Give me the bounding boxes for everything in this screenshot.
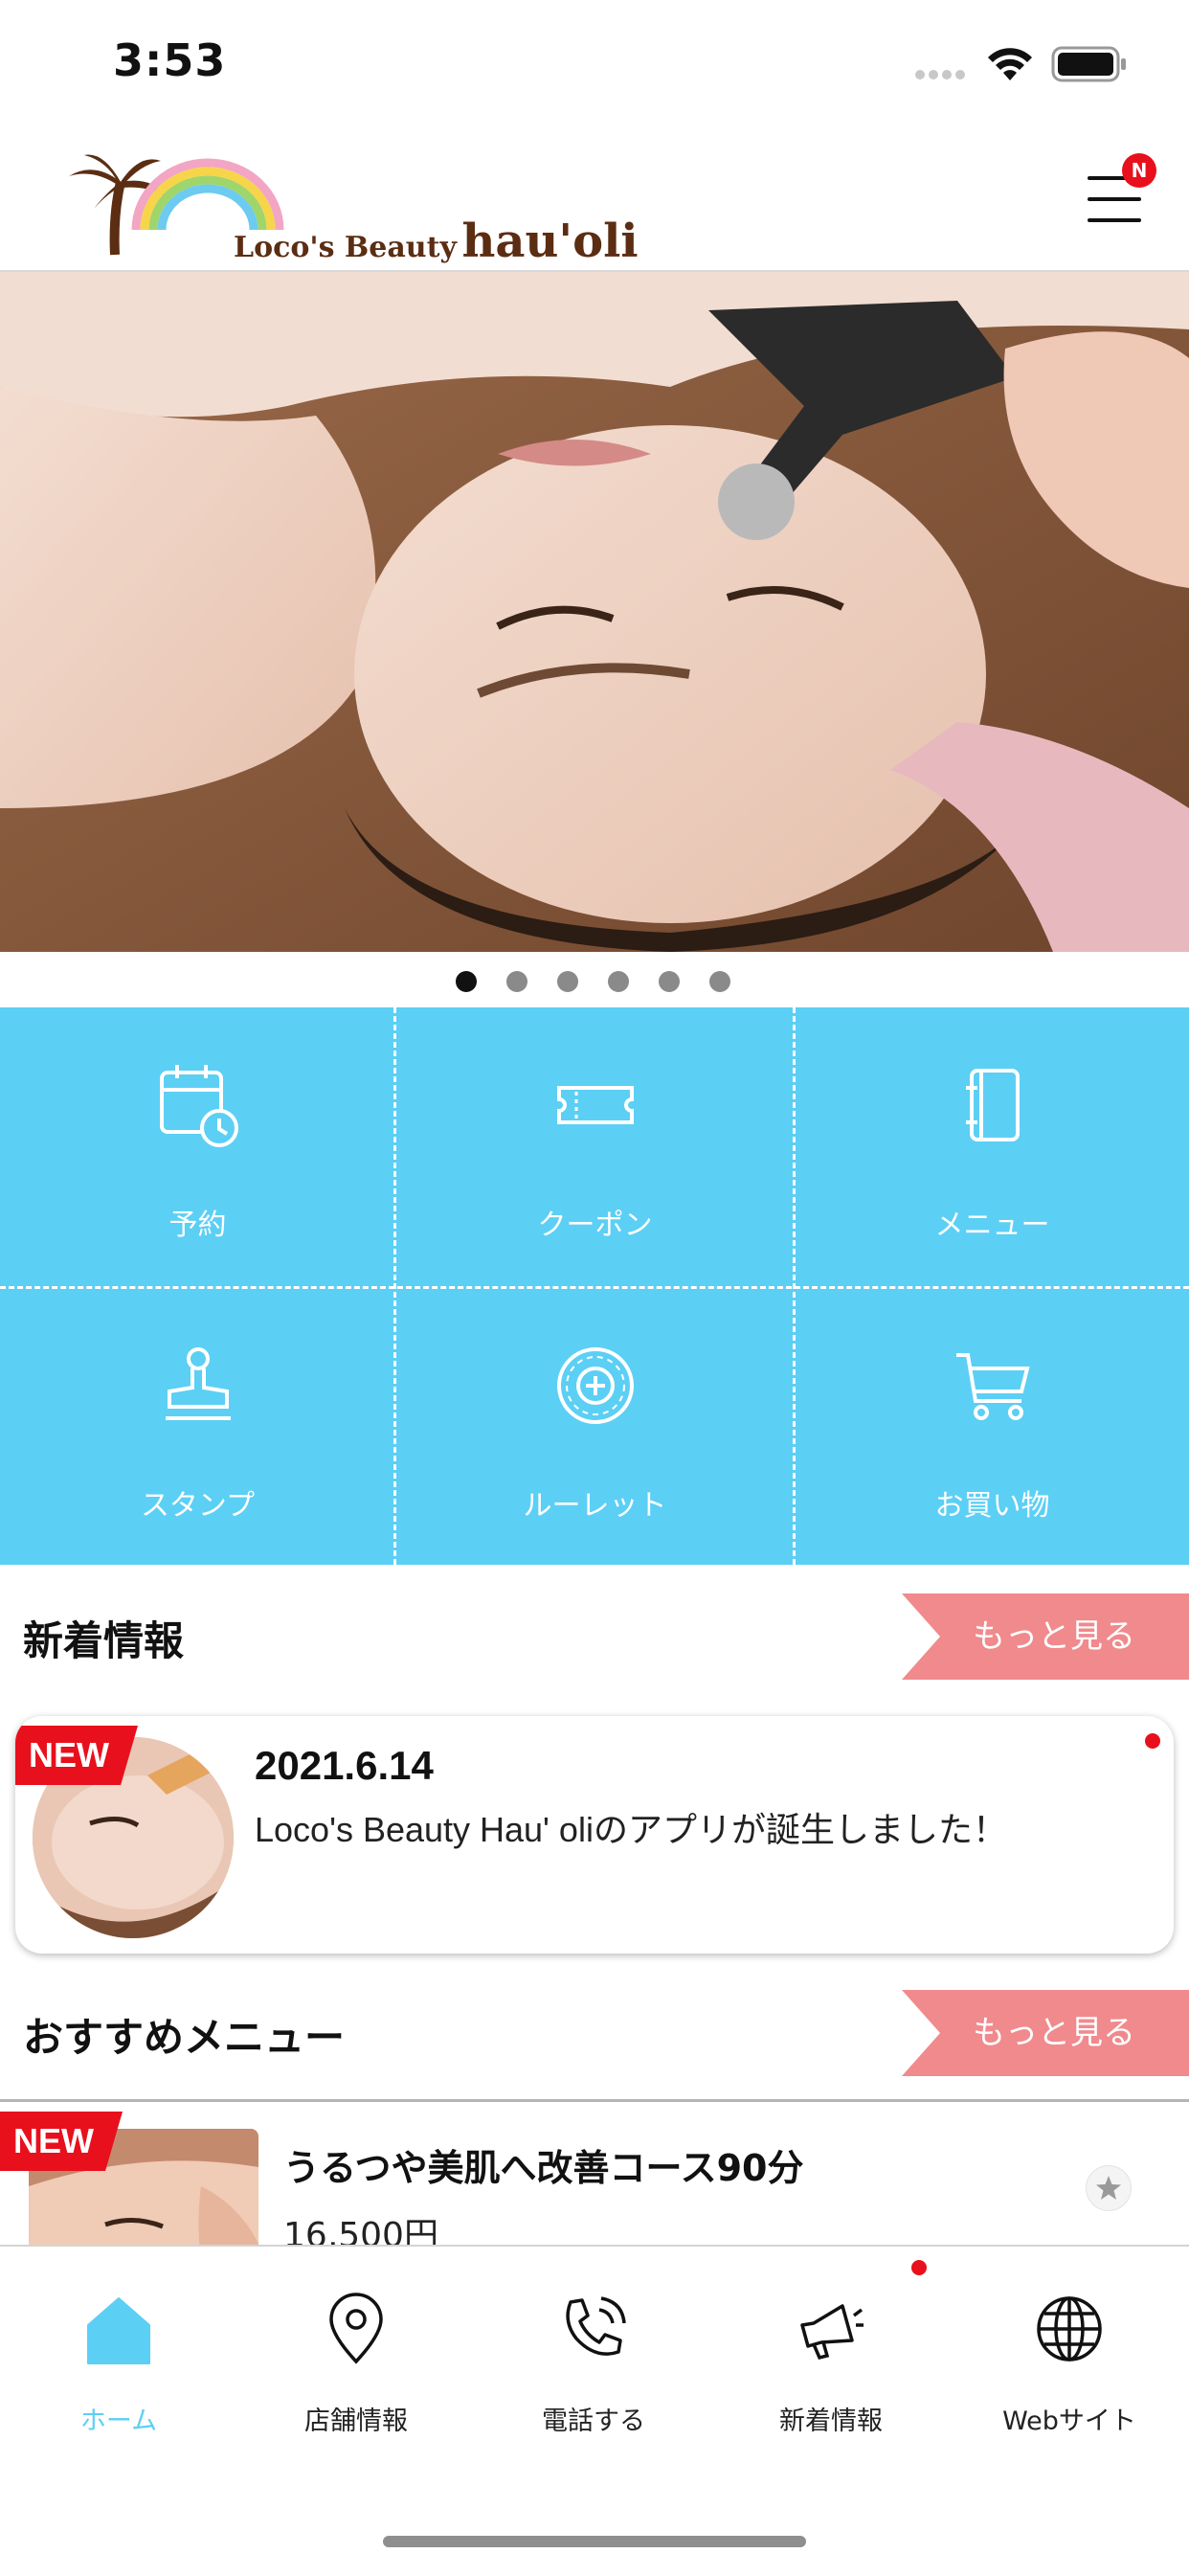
location-pin-icon <box>329 2293 383 2364</box>
tab-website[interactable]: Webサイト <box>950 2247 1189 2467</box>
hero-photo <box>0 272 1189 952</box>
tab-label: 新着情報 <box>779 2407 883 2436</box>
recommended-menu-item[interactable]: NEW うるつや美肌へ改善コース90分 16,500円 <box>0 2099 1189 2255</box>
grid-item-roulette[interactable]: ルーレット <box>397 1288 793 1567</box>
carousel-pager <box>0 952 1189 1007</box>
grid-item-coupon[interactable]: クーポン <box>397 1007 793 1286</box>
tab-store-info[interactable]: 店舗情報 <box>237 2247 475 2467</box>
signal-icon <box>914 67 968 80</box>
tab-label: 店舗情報 <box>304 2407 408 2436</box>
grid-item-shopping[interactable]: お買い物 <box>795 1288 1189 1567</box>
pager-dot[interactable] <box>506 971 527 992</box>
pager-dot[interactable] <box>659 971 680 992</box>
battery-icon <box>1051 46 1128 82</box>
hero-carousel-image[interactable] <box>0 272 1189 952</box>
notification-badge: N <box>1122 153 1156 188</box>
menu-name: うるつや美肌へ改善コース90分 <box>283 2147 804 2189</box>
pager-dot[interactable] <box>557 971 578 992</box>
pager-dot[interactable] <box>709 971 730 992</box>
status-bar: 3:53 <box>0 0 1189 134</box>
home-icon <box>87 2297 150 2364</box>
logo[interactable]: Loco's Beauty hau'oli <box>65 147 639 268</box>
logo-small-text: Loco's Beauty <box>234 231 457 264</box>
book-icon <box>965 1069 1020 1141</box>
feature-grid: 予約 クーポン メニュー スタンプ ルーレット お買い物 <box>0 1007 1189 1565</box>
grid-item-stamp[interactable]: スタンプ <box>0 1288 395 1567</box>
grid-item-reserve[interactable]: 予約 <box>0 1007 395 1286</box>
wifi-icon <box>986 44 1034 82</box>
grid-item-label: クーポン <box>537 1209 653 1242</box>
megaphone-icon <box>800 2304 864 2361</box>
logo-big-text: hau'oli <box>461 215 639 268</box>
roulette-icon <box>556 1347 634 1424</box>
tab-label: 電話する <box>542 2407 645 2436</box>
logo-text: Loco's Beauty hau'oli <box>234 215 639 268</box>
news-date: 2021.6.14 <box>255 1743 434 1788</box>
phone-icon <box>566 2296 626 2356</box>
tab-label: Webサイト <box>1002 2407 1136 2436</box>
news-more-button[interactable]: もっと見る <box>902 1593 1189 1680</box>
grid-item-label: スタンプ <box>140 1489 256 1523</box>
recommended-section-title: おすすめメニュー <box>23 2014 346 2061</box>
tab-call[interactable]: 電話する <box>475 2247 712 2467</box>
menu-line-icon <box>1088 218 1141 222</box>
grid-item-label: ルーレット <box>523 1489 667 1523</box>
calendar-clock-icon <box>159 1065 238 1147</box>
star-icon <box>1096 2176 1121 2200</box>
news-text: Loco's Beauty Hau' oliのアプリが誕生しました！ <box>255 1810 1007 1849</box>
stamp-icon <box>165 1347 231 1420</box>
grid-item-label: メニュー <box>934 1209 1050 1242</box>
pager-dot[interactable] <box>456 971 477 992</box>
tab-label: ホーム <box>79 2407 158 2436</box>
news-card[interactable]: NEW 2021.6.14 Loco's Beauty Hau' oliのアプリ… <box>15 1716 1174 1954</box>
grid-item-label: お買い物 <box>934 1489 1050 1523</box>
new-badge: NEW <box>15 1726 138 1785</box>
status-time: 3:53 <box>113 34 227 86</box>
app-header: Loco's Beauty hau'oli N <box>0 134 1189 272</box>
ticket-icon <box>556 1086 634 1124</box>
tab-home[interactable]: ホーム <box>0 2247 237 2467</box>
news-unread-dot <box>911 2260 927 2275</box>
new-badge: NEW <box>0 2112 123 2171</box>
bottom-tab-bar: ホーム 店舗情報 電話する 新着情報 Webサイト <box>0 2245 1189 2576</box>
grid-item-menu[interactable]: メニュー <box>795 1007 1189 1286</box>
favorite-button[interactable] <box>1086 2165 1132 2211</box>
tab-news[interactable]: 新着情報 <box>712 2247 950 2467</box>
news-section-title: 新着情報 <box>23 1617 185 1664</box>
globe-icon <box>1037 2296 1102 2361</box>
grid-divider <box>0 1286 1189 1289</box>
home-indicator[interactable] <box>383 2536 806 2547</box>
pager-dot[interactable] <box>608 971 629 992</box>
recommended-more-button[interactable]: もっと見る <box>902 1990 1189 2076</box>
grid-item-label: 予約 <box>168 1209 227 1242</box>
cart-icon <box>955 1353 1030 1420</box>
menu-line-icon <box>1088 197 1141 201</box>
unread-indicator <box>1145 1733 1160 1749</box>
